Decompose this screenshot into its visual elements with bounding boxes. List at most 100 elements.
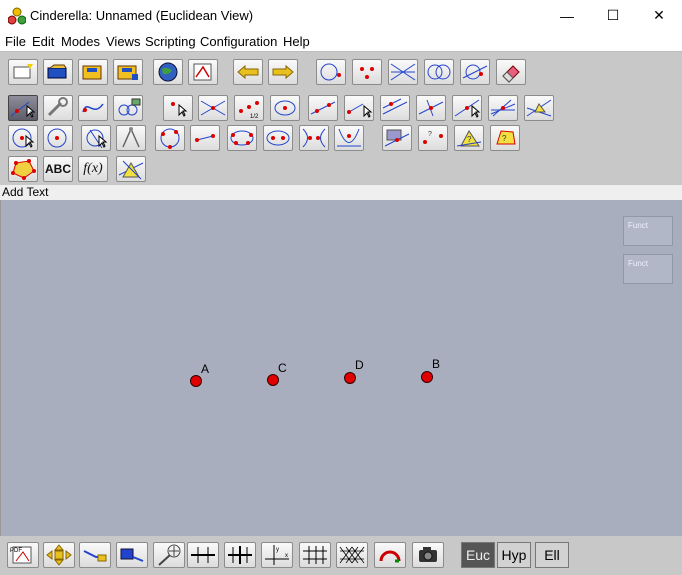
midpoint-button[interactable]: 1/2 <box>234 95 264 121</box>
pdf-label: PDF <box>10 548 22 554</box>
point-d[interactable] <box>344 372 356 384</box>
intersection-button[interactable] <box>198 95 228 121</box>
compass-button[interactable] <box>116 125 146 151</box>
cross-grid-icon <box>228 546 252 564</box>
hyperbola-button[interactable] <box>299 125 329 151</box>
polygon-fill-button[interactable] <box>8 156 38 182</box>
new-file-icon <box>13 64 33 79</box>
menu-edit[interactable]: Edit <box>32 34 54 49</box>
export-web-button[interactable] <box>153 59 183 85</box>
grid-horizontal-button[interactable] <box>187 542 219 568</box>
status-bar: Add Text <box>0 185 682 200</box>
measure-angle-button[interactable]: ? <box>454 125 484 151</box>
hyperbolic-view-button[interactable]: Hyp <box>497 542 531 568</box>
circle-center-button[interactable] <box>270 95 300 121</box>
segment-button[interactable] <box>190 125 220 151</box>
circle-three-points-button[interactable] <box>155 125 185 151</box>
point-b[interactable] <box>421 371 433 383</box>
angle-half-icon <box>526 99 552 117</box>
menu-file[interactable]: File <box>5 34 26 49</box>
polygon-button[interactable] <box>227 125 257 151</box>
euclidean-view-button[interactable]: Euc <box>461 542 495 568</box>
save-as-button[interactable] <box>113 59 143 85</box>
add-line-button[interactable] <box>308 95 338 121</box>
midpoint-icon: 1/2 <box>239 101 259 120</box>
measure-area-button[interactable]: ? <box>490 125 520 151</box>
circle-point-icon-2 <box>47 128 67 148</box>
menu-views[interactable]: Views <box>106 34 140 49</box>
calculation-button[interactable] <box>116 156 146 182</box>
curve-mode-button[interactable] <box>78 95 108 121</box>
angle-bisector-icon <box>490 99 516 117</box>
arrow-left-icon <box>237 64 259 80</box>
status-text: Add Text <box>2 185 49 199</box>
minimize-button[interactable]: — <box>544 0 590 31</box>
eraser-button[interactable] <box>496 59 526 85</box>
funct-button-1[interactable]: Funct <box>623 216 673 246</box>
menu-scripting[interactable]: Scripting <box>145 34 196 49</box>
pdf-icon: PDF <box>10 546 32 564</box>
arrow-right-icon <box>272 64 294 80</box>
geometry-canvas[interactable]: Funct Funct A C D B <box>0 200 682 536</box>
save-file-icon <box>82 65 102 80</box>
circle-tangent-button[interactable] <box>81 125 111 151</box>
parabola-button[interactable] <box>334 125 364 151</box>
move-mode-button[interactable] <box>8 95 38 121</box>
angle-bisector-button[interactable] <box>488 95 518 121</box>
circle-by-point-button[interactable] <box>43 125 73 151</box>
axes-button[interactable]: yx <box>261 542 293 568</box>
save-file-button[interactable] <box>78 59 108 85</box>
point-a[interactable] <box>190 375 202 387</box>
add-point-button[interactable] <box>163 95 193 121</box>
pan-button[interactable] <box>43 542 75 568</box>
new-file-button[interactable] <box>8 59 38 85</box>
add-segment-button[interactable] <box>344 95 374 121</box>
circle-radius-icon <box>12 128 35 148</box>
circle-center-icon <box>274 100 296 116</box>
grid-cross-button[interactable] <box>224 542 256 568</box>
fit-view-button[interactable] <box>153 542 185 568</box>
open-file-button[interactable] <box>43 59 73 85</box>
undo-button[interactable] <box>233 59 263 85</box>
parallel-button[interactable] <box>380 95 410 121</box>
square-grid-icon <box>303 546 327 564</box>
snap-button[interactable] <box>374 542 406 568</box>
horizontal-grid-icon <box>191 547 215 563</box>
select-circles-button[interactable] <box>316 59 346 85</box>
triangle-grid-button[interactable] <box>336 542 368 568</box>
export-pdf-button[interactable]: PDF <box>7 542 39 568</box>
print-button[interactable] <box>188 59 218 85</box>
camera-button[interactable] <box>412 542 444 568</box>
zoom-out-button[interactable] <box>116 542 148 568</box>
select-lines-button[interactable] <box>388 59 418 85</box>
close-button[interactable]: ✕ <box>636 0 682 31</box>
function-button[interactable]: f(x) <box>78 156 108 182</box>
select-conics-button[interactable] <box>424 59 454 85</box>
measure-distance-button[interactable]: ? <box>418 125 448 151</box>
point-c[interactable] <box>267 374 279 386</box>
menu-configuration[interactable]: Configuration <box>200 34 277 49</box>
eraser-icon <box>502 65 520 83</box>
zoom-in-button[interactable] <box>79 542 111 568</box>
conic-five-points-button[interactable] <box>263 125 293 151</box>
add-text-button[interactable]: ABC <box>43 156 73 182</box>
select-all-button[interactable] <box>460 59 490 85</box>
wrench-mode-button[interactable] <box>43 95 73 121</box>
svg-text:?: ? <box>428 131 432 138</box>
square-grid-button[interactable] <box>299 542 331 568</box>
angle-half-button[interactable] <box>524 95 554 121</box>
maximize-button[interactable]: ☐ <box>590 0 636 31</box>
elliptic-view-button[interactable]: Ell <box>535 542 569 568</box>
menu-modes[interactable]: Modes <box>61 34 100 49</box>
perpendicular-button[interactable] <box>416 95 446 121</box>
animate-mode-button[interactable] <box>113 95 143 121</box>
menu-help[interactable]: Help <box>283 34 310 49</box>
intersection-icon <box>200 100 226 116</box>
open-file-icon <box>47 64 67 79</box>
through-point-button[interactable] <box>452 95 482 121</box>
redo-button[interactable] <box>268 59 298 85</box>
circle-by-radius-button[interactable] <box>8 125 38 151</box>
funct-button-2[interactable]: Funct <box>623 254 673 284</box>
select-points-button[interactable] <box>352 59 382 85</box>
polar-button[interactable] <box>382 125 412 151</box>
